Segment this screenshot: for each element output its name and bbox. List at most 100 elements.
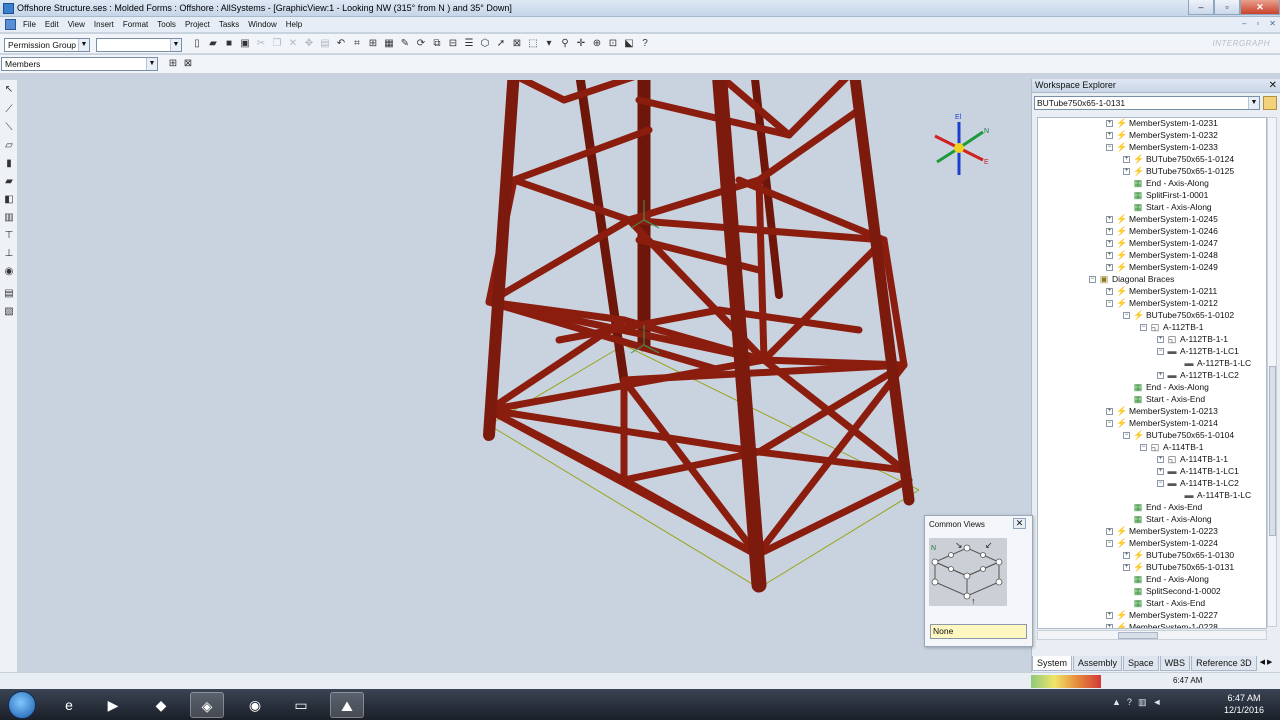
tree-row[interactable]: + ⚡ MemberSystem-1-0232 bbox=[1106, 129, 1218, 141]
folder-icon[interactable] bbox=[1263, 96, 1277, 110]
workspace-tree[interactable]: + ⚡ MemberSystem-1-0231 + ⚡ MemberSystem-1-02… bbox=[1037, 117, 1267, 629]
filter-select[interactable]: Members ▼ bbox=[1, 57, 158, 71]
expand-icon[interactable]: + bbox=[1157, 467, 1164, 475]
scrollbar-thumb[interactable] bbox=[1118, 632, 1158, 639]
tab-assembly[interactable]: Assembly bbox=[1073, 656, 1123, 671]
tree-row[interactable]: + ▬ A-112TB-1-LC2 bbox=[1157, 369, 1239, 381]
ladder-tool-icon[interactable]: ⊥ bbox=[3, 248, 15, 260]
paste-icon[interactable]: ▤ bbox=[318, 37, 332, 51]
expand-icon[interactable]: + bbox=[1106, 527, 1113, 535]
tab-reference-3d[interactable]: Reference 3D bbox=[1191, 656, 1257, 671]
copy-icon[interactable]: ❐ bbox=[270, 37, 284, 51]
close-icon[interactable]: ✕ bbox=[1013, 518, 1026, 529]
help-icon[interactable]: ? bbox=[638, 37, 652, 51]
mdi-restore-icon[interactable]: ▫ bbox=[1256, 19, 1259, 28]
common-views-icon[interactable]: ⬕ bbox=[622, 37, 636, 51]
zoom-area-icon[interactable]: ⊕ bbox=[590, 37, 604, 51]
close-button[interactable]: ✕ bbox=[1240, 0, 1280, 15]
tree-row[interactable]: ▬ A-114TB-1-LC bbox=[1184, 489, 1252, 501]
tree-row[interactable]: − ⚡ MemberSystem-1-0233 bbox=[1106, 141, 1218, 153]
expand-icon[interactable]: + bbox=[1106, 263, 1113, 271]
cube-icon[interactable]: ⬡ bbox=[478, 37, 492, 51]
collapse-icon[interactable]: − bbox=[1106, 299, 1113, 307]
tree-row[interactable]: + ▬ A-114TB-1-LC1 bbox=[1157, 465, 1239, 477]
expand-icon[interactable]: + bbox=[1123, 155, 1130, 163]
scrollbar-thumb[interactable] bbox=[1269, 366, 1276, 536]
tree-row[interactable]: + ⚡ BUTube750x65-1-0125 bbox=[1123, 165, 1234, 177]
arrow-icon[interactable]: ➚ bbox=[494, 37, 508, 51]
menu-insert[interactable]: Insert bbox=[94, 20, 114, 29]
expand-icon[interactable]: + bbox=[1106, 227, 1113, 235]
dropdown-icon[interactable]: ▾ bbox=[542, 37, 556, 51]
new-file-icon[interactable]: ▯ bbox=[190, 37, 204, 51]
document-icon[interactable] bbox=[5, 19, 16, 30]
zoom-extents-icon[interactable]: ⊡ bbox=[606, 37, 620, 51]
wall-tool-icon[interactable]: ▥ bbox=[3, 212, 15, 224]
tree-row[interactable]: − ▣ Diagonal Braces bbox=[1089, 273, 1174, 285]
tree-row[interactable]: + ⚡ MemberSystem-1-0249 bbox=[1106, 261, 1218, 273]
collapse-icon[interactable]: − bbox=[1140, 323, 1147, 331]
collapse-icon[interactable]: − bbox=[1123, 431, 1130, 439]
tree-row[interactable]: + ⚡ MemberSystem-1-0211 bbox=[1106, 285, 1217, 297]
measure-icon[interactable]: ⊞ bbox=[366, 37, 380, 51]
tree-row[interactable]: ▬ A-112TB-1-LC bbox=[1184, 357, 1252, 369]
tree-row[interactable]: ▦ End - Axis-End bbox=[1133, 501, 1203, 513]
tree-row[interactable]: − ⚡ MemberSystem-1-0224 bbox=[1106, 537, 1218, 549]
collapse-icon[interactable]: − bbox=[1106, 539, 1113, 547]
zoom-icon[interactable]: ⚲ bbox=[558, 37, 572, 51]
tree-row[interactable]: + ⚡ MemberSystem-1-0248 bbox=[1106, 249, 1218, 261]
tree-row[interactable]: + ◱ A-112TB-1-1 bbox=[1157, 333, 1228, 345]
tree-row[interactable]: + ⚡ MemberSystem-1-0245 bbox=[1106, 213, 1218, 225]
tree-row[interactable]: ▦ Start - Axis-Along bbox=[1133, 513, 1212, 525]
select-icon[interactable]: ⌗ bbox=[350, 37, 364, 51]
tree-row[interactable]: ▦ End - Axis-Along bbox=[1133, 177, 1209, 189]
refresh-icon[interactable]: ⟳ bbox=[414, 37, 428, 51]
expand-icon[interactable]: + bbox=[1106, 215, 1113, 223]
media-player-icon[interactable]: ▶ bbox=[96, 692, 130, 718]
secondary-select[interactable]: ▼ bbox=[96, 38, 182, 52]
tab-wbs[interactable]: WBS bbox=[1159, 656, 1191, 671]
help-icon[interactable]: ? bbox=[1127, 697, 1132, 708]
graphic-view[interactable]: El N E bbox=[19, 80, 1029, 672]
expand-icon[interactable]: + bbox=[1123, 167, 1130, 175]
mdi-minimize-icon[interactable]: – bbox=[1242, 19, 1246, 28]
internet-explorer-icon[interactable]: e bbox=[52, 692, 86, 718]
tree-row[interactable]: + ⚡ MemberSystem-1-0228 bbox=[1106, 621, 1218, 628]
tree-row[interactable]: − ⚡ MemberSystem-1-0212 bbox=[1106, 297, 1218, 309]
tree-row[interactable]: + ⚡ MemberSystem-1-0247 bbox=[1106, 237, 1218, 249]
mdi-close-icon[interactable]: ✕ bbox=[1269, 19, 1276, 28]
select-tool-icon[interactable]: ↖ bbox=[3, 84, 15, 96]
save-icon[interactable]: ■ bbox=[222, 37, 236, 51]
tree-row[interactable]: − ⚡ MemberSystem-1-0214 bbox=[1106, 417, 1218, 429]
tree-row[interactable]: + ⚡ BUTube750x65-1-0124 bbox=[1123, 153, 1234, 165]
pencil-icon[interactable]: ✎ bbox=[398, 37, 412, 51]
permission-group-select[interactable]: Permission Group ▼ bbox=[4, 38, 90, 52]
grid-icon[interactable]: ⊠ bbox=[510, 37, 524, 51]
collapse-icon[interactable]: − bbox=[1157, 347, 1164, 355]
collapse-icon[interactable]: − bbox=[1123, 311, 1130, 319]
expand-icon[interactable]: + bbox=[1123, 551, 1130, 559]
tree-row[interactable]: ▦ SplitSecond-1-0002 bbox=[1133, 585, 1221, 597]
expand-icon[interactable]: + bbox=[1106, 131, 1113, 139]
menu-project[interactable]: Project bbox=[185, 20, 210, 29]
tree-row[interactable]: ▦ Start - Axis-Along bbox=[1133, 201, 1212, 213]
minimize-button[interactable]: – bbox=[1188, 0, 1214, 15]
expand-icon[interactable]: + bbox=[1106, 407, 1113, 415]
collapse-icon[interactable]: − bbox=[1106, 143, 1113, 151]
taskbar-clock[interactable]: 6:47 AM 12/1/2016 bbox=[1214, 692, 1274, 716]
maximize-button[interactable]: ▫ bbox=[1214, 0, 1240, 15]
tree-row[interactable]: − ⚡ BUTube750x65-1-0102 bbox=[1123, 309, 1234, 321]
menu-view[interactable]: View bbox=[68, 20, 85, 29]
layers-icon[interactable]: ☰ bbox=[462, 37, 476, 51]
menu-format[interactable]: Format bbox=[123, 20, 148, 29]
views-icon[interactable]: ⧉ bbox=[430, 37, 444, 51]
column-tool-icon[interactable]: ▮ bbox=[3, 158, 15, 170]
menu-file[interactable]: File bbox=[23, 20, 36, 29]
tray-arrow-icon[interactable]: ▲ bbox=[1112, 697, 1121, 708]
collapse-icon[interactable]: − bbox=[1140, 443, 1147, 451]
expand-icon[interactable]: + bbox=[1106, 611, 1113, 619]
file-explorer-icon[interactable]: ▭ bbox=[284, 692, 318, 718]
delete-icon[interactable]: ✕ bbox=[286, 37, 300, 51]
collapse-icon[interactable]: − bbox=[1157, 479, 1164, 487]
acrobat-icon[interactable]: ◆ bbox=[144, 692, 178, 718]
